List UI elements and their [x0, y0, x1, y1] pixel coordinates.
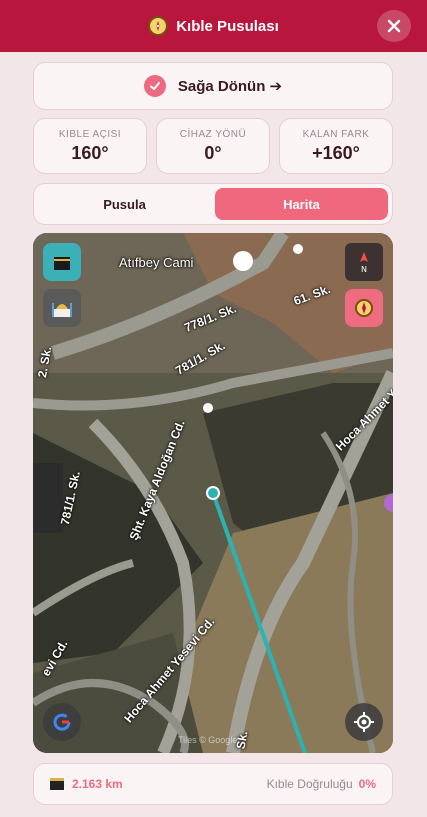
kaaba-icon	[54, 257, 70, 270]
satellite-map[interactable]: N Atıfbey Cami 778/1. Sk. 781/1. Sk. 61.…	[33, 233, 393, 753]
accuracy-value: 0%	[358, 777, 376, 791]
location-marker	[206, 486, 220, 500]
app-header: Kıble Pusulası	[0, 0, 427, 52]
footer-info: 2.163 km Kıble Doğruluğu 0%	[33, 763, 393, 805]
map-attribution: Tiles © Google	[178, 735, 238, 745]
stat-label: CİHAZ YÖNÜ	[179, 128, 247, 140]
distance-value: 2.163 km	[72, 777, 123, 791]
view-toggle: Pusula Harita	[33, 183, 393, 225]
bus-stop-marker	[203, 403, 213, 413]
stat-value: 160°	[71, 142, 109, 163]
kaaba-button[interactable]	[43, 243, 81, 281]
close-icon	[387, 19, 401, 33]
poi-label[interactable]: Atıfbey Cami	[119, 255, 193, 270]
mosque-icon	[52, 303, 72, 317]
stat-qibla-angle: KIBLE AÇISI 160°	[33, 118, 147, 174]
stat-value: +160°	[312, 142, 360, 163]
google-button[interactable]	[43, 703, 81, 741]
accuracy-group: Kıble Doğruluğu 0%	[267, 777, 376, 791]
north-button[interactable]: N	[345, 243, 383, 281]
check-icon	[143, 75, 166, 97]
compass-icon	[148, 16, 169, 36]
svg-text:N: N	[361, 265, 367, 273]
turn-instruction-text: Sağa Dönün ➔	[177, 78, 283, 95]
stat-device-heading: CİHAZ YÖNÜ 0°	[156, 118, 270, 174]
compass-icon	[355, 299, 373, 317]
tab-map[interactable]: Harita	[215, 188, 388, 220]
stat-value: 0°	[204, 142, 222, 163]
stat-label: KALAN FARK	[302, 128, 370, 140]
page-title: Kıble Pusulası	[176, 17, 279, 35]
tab-compass[interactable]: Pusula	[38, 188, 211, 220]
stat-label: KIBLE AÇISI	[58, 128, 122, 140]
compass-button[interactable]	[345, 289, 383, 327]
stat-remaining-diff: KALAN FARK +160°	[279, 118, 393, 174]
google-icon	[53, 713, 71, 731]
close-button[interactable]	[377, 10, 411, 42]
kaaba-icon	[50, 778, 64, 790]
header-title-group: Kıble Pusulası	[148, 16, 279, 36]
locate-button[interactable]	[345, 703, 383, 741]
turn-instruction-card: Sağa Dönün ➔	[33, 62, 393, 110]
locate-icon	[354, 712, 374, 732]
north-icon: N	[360, 252, 368, 273]
mosque-pin	[233, 251, 253, 271]
mosque-button[interactable]	[43, 289, 81, 327]
bus-stop-marker	[293, 244, 303, 254]
accuracy-label: Kıble Doğruluğu	[266, 777, 353, 791]
